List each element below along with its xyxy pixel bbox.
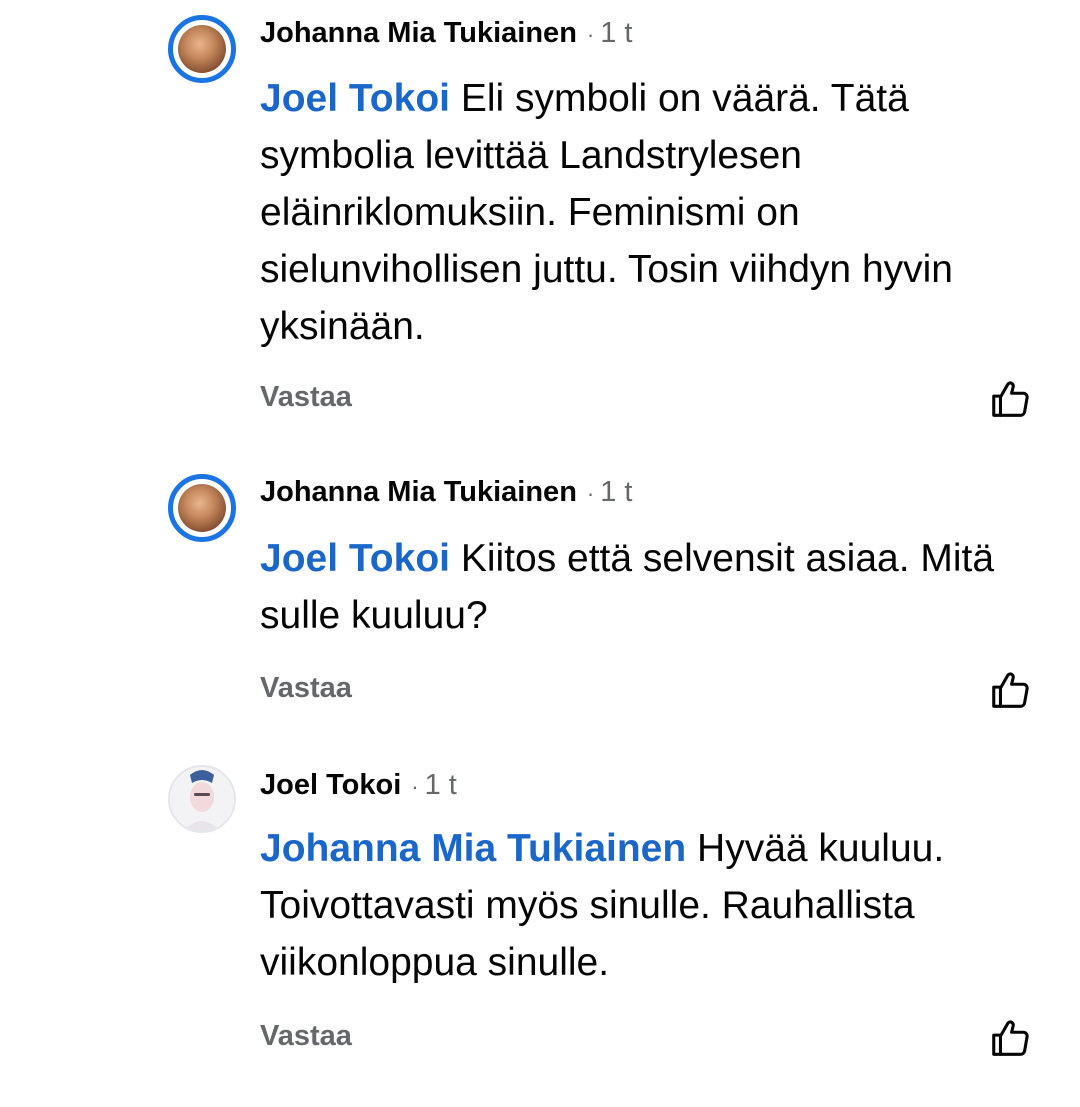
thumbs-up-icon[interactable]: [988, 667, 1034, 713]
thumbs-up-icon[interactable]: [988, 376, 1034, 422]
comment-header: Joel Tokoi · 1 t: [260, 767, 457, 805]
comment-body: Johanna Mia Tukiainen Hyvää kuuluu. Toiv…: [260, 820, 1040, 991]
reply-button[interactable]: Vastaa: [260, 379, 352, 415]
separator: ·: [586, 22, 595, 47]
author-name[interactable]: Johanna Mia Tukiainen: [260, 476, 577, 508]
comment-header: Johanna Mia Tukiainen · 1 t: [260, 15, 632, 53]
comment-body: Joel Tokoi Kiitos että selvensit asiaa. …: [260, 530, 1040, 644]
timestamp[interactable]: 1 t: [600, 476, 632, 508]
avatar[interactable]: [168, 765, 236, 833]
reply-button[interactable]: Vastaa: [260, 670, 352, 706]
separator: ·: [411, 774, 419, 799]
mention-link[interactable]: Joel Tokoi: [260, 77, 450, 120]
comment-header: Johanna Mia Tukiainen · 1 t: [260, 474, 632, 512]
reply-button[interactable]: Vastaa: [260, 1018, 352, 1054]
mention-link[interactable]: Joel Tokoi: [260, 537, 450, 580]
avatar-photo: [170, 767, 234, 831]
separator: ·: [586, 481, 595, 506]
thumbs-up-icon[interactable]: [988, 1015, 1034, 1061]
avatar[interactable]: [168, 474, 236, 542]
avatar-photo: [178, 484, 226, 532]
timestamp[interactable]: 1 t: [425, 769, 457, 801]
timestamp[interactable]: 1 t: [600, 17, 632, 49]
author-name[interactable]: Johanna Mia Tukiainen: [260, 17, 577, 49]
mention-link[interactable]: Johanna Mia Tukiainen: [260, 827, 686, 870]
author-name[interactable]: Joel Tokoi: [260, 769, 401, 801]
avatar[interactable]: [168, 15, 236, 83]
comment-body: Joel Tokoi Eli symboli on väärä. Tätä sy…: [260, 70, 1040, 355]
avatar-photo: [178, 25, 226, 73]
